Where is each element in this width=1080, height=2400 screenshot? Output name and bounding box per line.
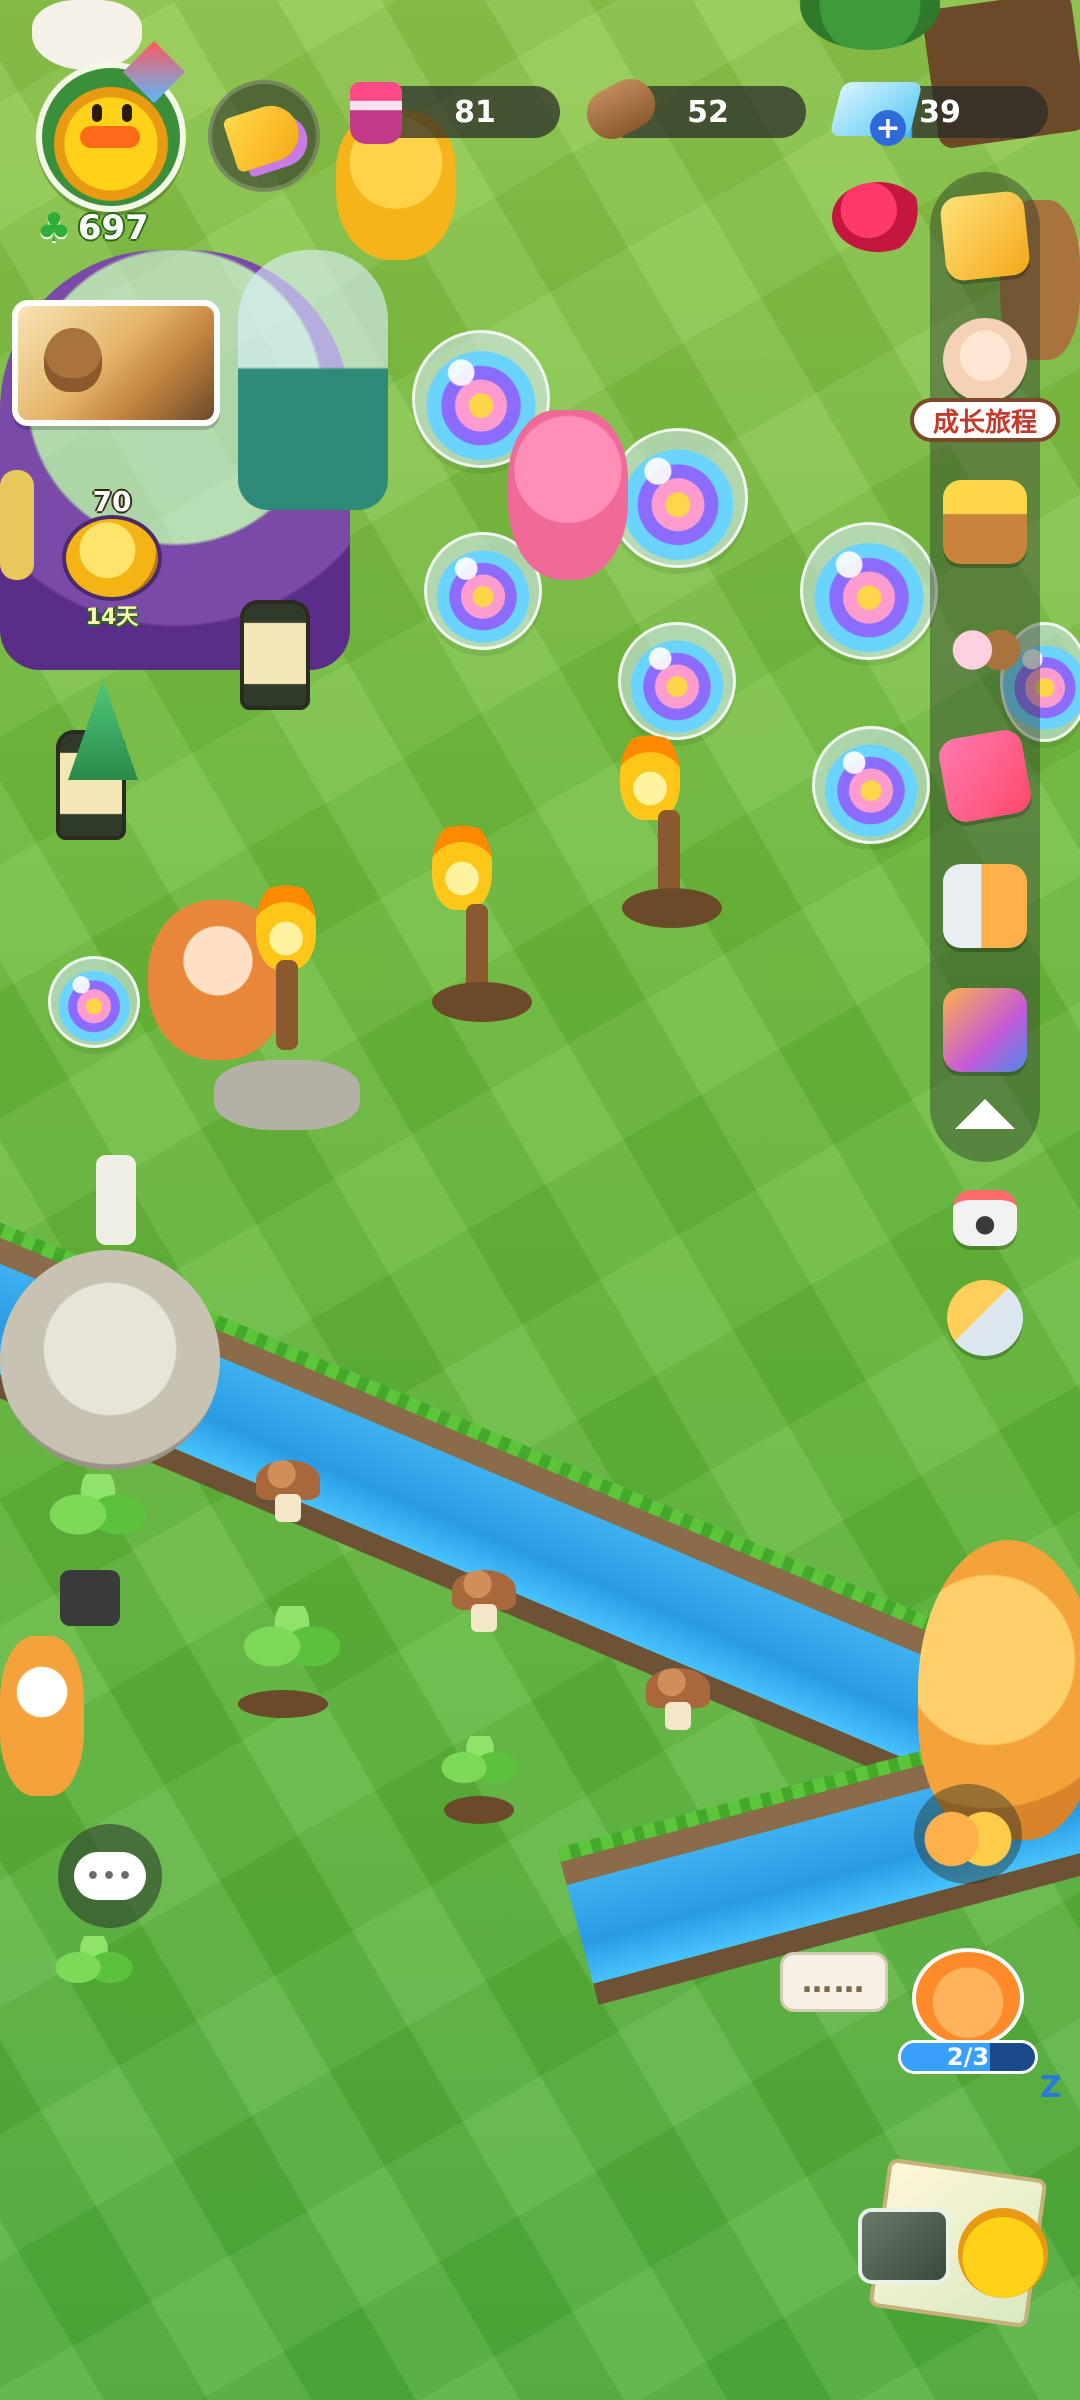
friends-icon xyxy=(943,608,1027,692)
event-days-remaining: 14天 xyxy=(85,605,139,630)
photo-mode-button[interactable] xyxy=(858,2157,1058,2348)
pink-fox-character[interactable] xyxy=(508,410,628,580)
swirl-bubble[interactable] xyxy=(48,956,140,1048)
swirl-bubble[interactable] xyxy=(812,726,930,844)
fountain-spout xyxy=(96,1155,136,1245)
torch-stick xyxy=(466,904,488,994)
torch-stick xyxy=(658,810,680,900)
thought-cloud: ••• xyxy=(74,1852,146,1900)
video-camera-icon xyxy=(858,2208,950,2284)
avatar-eye xyxy=(122,104,132,122)
gold-coin-icon xyxy=(62,515,162,601)
chick-mascot xyxy=(958,2208,1048,2298)
megaphone-icon xyxy=(222,98,306,174)
mushroom-stem xyxy=(275,1494,301,1522)
quest-progress-text: 2/3 xyxy=(946,2043,990,2071)
event-timer-badge[interactable]: 70 14天 xyxy=(52,485,172,630)
torch-base[interactable] xyxy=(432,982,532,1022)
rock-base[interactable] xyxy=(214,1060,360,1130)
torch-flame xyxy=(620,730,680,820)
soil-mound xyxy=(238,1690,328,1718)
camera-button[interactable] xyxy=(935,1168,1035,1268)
phone-swap-icon xyxy=(947,1280,1023,1356)
plant-pot xyxy=(60,1570,120,1626)
clover-counter: ♣ 697 xyxy=(36,205,149,251)
side-menu-task-book[interactable] xyxy=(935,186,1035,286)
npc-cat-portrait[interactable] xyxy=(912,1948,1024,2048)
potion-count-value: 81 xyxy=(454,94,496,130)
avatar-eye xyxy=(92,104,102,122)
event-count: 70 xyxy=(92,485,132,518)
side-menu-growth-journey[interactable] xyxy=(935,310,1035,410)
clover-sprout[interactable] xyxy=(54,1936,134,2006)
swirl-bubble[interactable] xyxy=(608,428,748,568)
side-menu-shop[interactable] xyxy=(935,472,1035,572)
sheep-girl-icon xyxy=(943,318,1027,402)
side-menu-remote[interactable] xyxy=(935,856,1035,956)
sleep-z-icon: Z xyxy=(1040,2070,1062,2105)
announcement-button[interactable] xyxy=(208,80,320,192)
sapling-plant[interactable] xyxy=(48,1474,148,1564)
photo-bear-image xyxy=(44,328,102,392)
sapling-plant[interactable] xyxy=(242,1606,342,1696)
side-menu-friends[interactable] xyxy=(935,600,1035,700)
potion-icon xyxy=(350,82,402,144)
clover-count-value: 697 xyxy=(77,208,149,248)
torch-flame xyxy=(432,820,492,910)
shop-chest-icon xyxy=(943,480,1027,564)
mushroom-stem xyxy=(665,1702,691,1730)
torch-base[interactable] xyxy=(622,888,722,928)
avatar-beak xyxy=(80,126,140,148)
task-book-icon xyxy=(938,189,1032,283)
cards-icon xyxy=(936,727,1034,825)
clover-icon: ♣ xyxy=(36,205,72,251)
torch-flame xyxy=(256,880,316,970)
quest-progress-bar: 2/3 xyxy=(898,2040,1038,2074)
swirl-bubble[interactable] xyxy=(800,522,938,660)
plus-icon[interactable]: + xyxy=(870,110,906,146)
chevron-up-icon xyxy=(955,1099,1015,1129)
shiba-dog-character[interactable] xyxy=(0,1636,84,1796)
lantern-decoration[interactable] xyxy=(240,600,310,710)
npc-chat-bubble[interactable]: …… xyxy=(780,1952,888,2012)
berry-bush-decoration[interactable] xyxy=(832,182,924,252)
swirl-bubble[interactable] xyxy=(618,622,736,740)
white-bear-character[interactable] xyxy=(32,0,142,70)
torch-stick xyxy=(276,960,298,1050)
thought-bubble-button[interactable]: ••• xyxy=(58,1824,162,1928)
green-jar-machine[interactable] xyxy=(238,250,388,510)
soil-mound xyxy=(444,1796,514,1824)
bush-decoration[interactable] xyxy=(800,0,940,50)
mushroom-stem xyxy=(471,1604,497,1632)
side-menu-cards[interactable] xyxy=(935,726,1035,826)
wood-count-value: 52 xyxy=(687,94,729,130)
event-photo-card[interactable] xyxy=(12,300,220,426)
gem-count-value: 39 xyxy=(919,94,961,130)
chick-pair-button[interactable] xyxy=(914,1784,1022,1884)
camera-icon xyxy=(953,1190,1017,1246)
remote-control-icon xyxy=(943,864,1027,948)
phone-swap-button[interactable] xyxy=(935,1268,1035,1368)
wind-up-key-icon xyxy=(0,470,34,580)
stone-fountain[interactable] xyxy=(0,1250,220,1470)
growth-journey-label[interactable]: 成长旅程 xyxy=(910,398,1060,442)
side-menu-collapse-button[interactable] xyxy=(935,1064,1035,1164)
pets-icon xyxy=(943,988,1027,1072)
